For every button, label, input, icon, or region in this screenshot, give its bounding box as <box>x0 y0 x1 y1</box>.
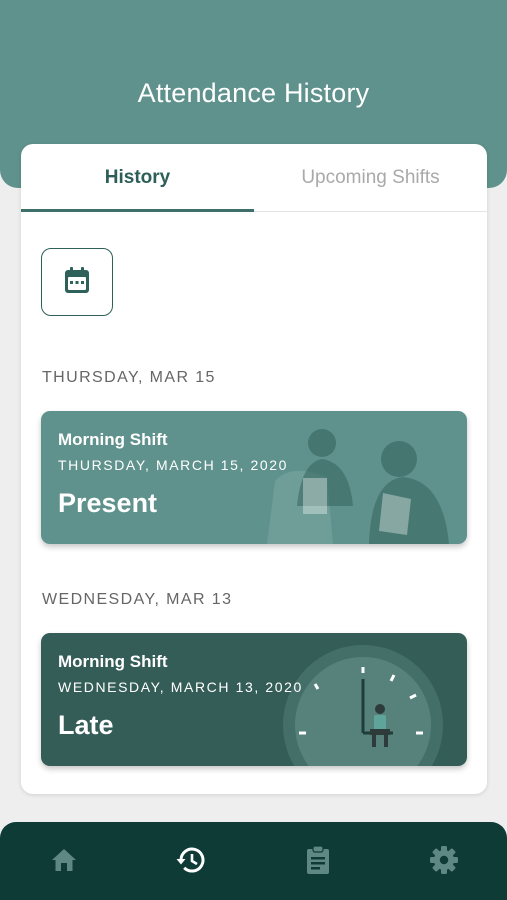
tab-upcoming-shifts[interactable]: Upcoming Shifts <box>254 144 487 212</box>
shift-name: Morning Shift <box>58 652 168 671</box>
page-title: Attendance History <box>137 78 370 108</box>
home-icon <box>52 849 76 871</box>
gear-icon <box>430 846 458 874</box>
shift-name: Morning Shift <box>58 430 168 449</box>
shift-card-late[interactable]: Morning Shift WEDNESDAY, MARCH 13, 2020 … <box>41 633 467 766</box>
people-illustration <box>267 429 449 544</box>
clock-illustration <box>283 645 443 766</box>
shift-status: Late <box>58 710 114 740</box>
shift-status: Present <box>58 488 158 518</box>
clipboard-icon <box>307 845 329 874</box>
shift-date: WEDNESDAY, MARCH 13, 2020 <box>58 679 303 695</box>
bottom-navigation <box>0 822 507 900</box>
tab-bar: History Upcoming Shifts <box>21 144 487 212</box>
date-heading: THURSDAY, MAR 15 <box>42 369 216 386</box>
nav-clipboard[interactable] <box>302 844 334 876</box>
tab-history[interactable]: History <box>21 144 254 212</box>
date-heading: WEDNESDAY, MAR 13 <box>42 591 233 608</box>
nav-history[interactable] <box>175 844 207 876</box>
history-icon <box>176 847 205 873</box>
history-card: History Upcoming Shifts THURSDAY, MAR 15 <box>21 144 487 794</box>
shift-card-present[interactable]: Morning Shift THURSDAY, MARCH 15, 2020 P… <box>41 411 467 544</box>
shift-date: THURSDAY, MARCH 15, 2020 <box>58 457 289 473</box>
calendar-icon <box>64 266 90 299</box>
calendar-filter-button[interactable] <box>41 248 113 316</box>
nav-home[interactable] <box>48 844 80 876</box>
nav-settings[interactable] <box>428 844 460 876</box>
active-tab-indicator <box>21 209 254 212</box>
